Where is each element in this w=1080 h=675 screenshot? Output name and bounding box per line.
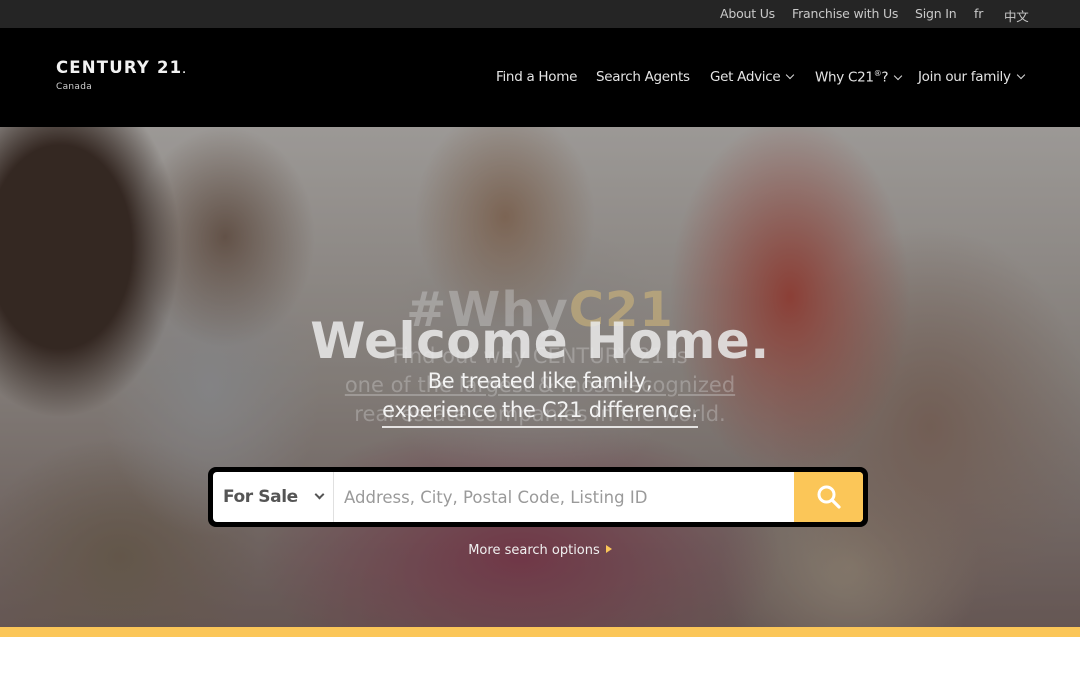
chevron-down-icon <box>1016 70 1025 80</box>
utility-link-about-us[interactable]: About Us <box>720 6 775 21</box>
nav-label: Get Advice <box>710 69 781 85</box>
more-search-options-link[interactable]: More search options <box>0 543 1080 558</box>
property-search-bar: For Sale <box>208 467 868 527</box>
nav-get-advice[interactable]: Get Advice <box>710 69 795 85</box>
accent-band <box>0 627 1080 637</box>
hero-banner: #WhyC21 Find out why CENTURY 21 is one o… <box>0 127 1080 627</box>
hero-subtitle-line: Be treated like family, <box>427 369 653 393</box>
language-chinese-link[interactable]: 中文 <box>1004 6 1029 25</box>
location-search-input[interactable] <box>334 472 794 522</box>
utility-link-sign-in[interactable]: Sign In <box>915 6 957 21</box>
listing-type-select[interactable]: For Sale <box>213 472 334 522</box>
chevron-down-icon <box>894 71 903 80</box>
nav-label: Why C21 <box>815 69 874 86</box>
logo-region: Canada <box>56 82 93 92</box>
nav-why-c21[interactable]: Why C21®? <box>815 69 903 86</box>
nav-search-agents[interactable]: Search Agents <box>596 69 690 85</box>
logo-name: CENTURY 21 <box>56 58 183 77</box>
search-button[interactable] <box>794 472 863 522</box>
logo-mark: . <box>182 66 186 76</box>
search-icon <box>817 485 841 509</box>
listing-type-value: For Sale <box>223 487 298 507</box>
nav-label-suffix: ? <box>881 69 889 86</box>
triangle-right-icon <box>605 545 612 553</box>
logo-wordmark: CENTURY 21. <box>56 59 186 80</box>
language-french-link[interactable]: fr <box>974 6 983 21</box>
search-bar-inner: For Sale <box>213 472 863 522</box>
chevron-down-icon <box>786 70 795 80</box>
hero-subtitle: Be treated like family, experience the C… <box>0 367 1080 428</box>
main-navigation: CENTURY 21. Canada Find a Home Search Ag… <box>0 28 1080 127</box>
hero-title: Welcome Home. <box>310 312 770 370</box>
logo-link[interactable]: CENTURY 21. Canada <box>56 59 186 93</box>
nav-label: Search Agents <box>596 69 690 85</box>
nav-label: Join our family <box>918 69 1011 85</box>
nav-find-a-home[interactable]: Find a Home <box>496 69 577 85</box>
nav-join-our-family[interactable]: Join our family <box>918 69 1025 85</box>
nav-label: Find a Home <box>496 69 578 85</box>
hero-subtitle-line: experience the C21 difference. <box>382 396 698 428</box>
more-search-options-label: More search options <box>468 543 600 558</box>
chevron-down-icon <box>314 489 325 499</box>
utility-bar: About Us Franchise with Us Sign In fr 中文 <box>0 0 1080 28</box>
utility-link-franchise[interactable]: Franchise with Us <box>792 6 898 21</box>
